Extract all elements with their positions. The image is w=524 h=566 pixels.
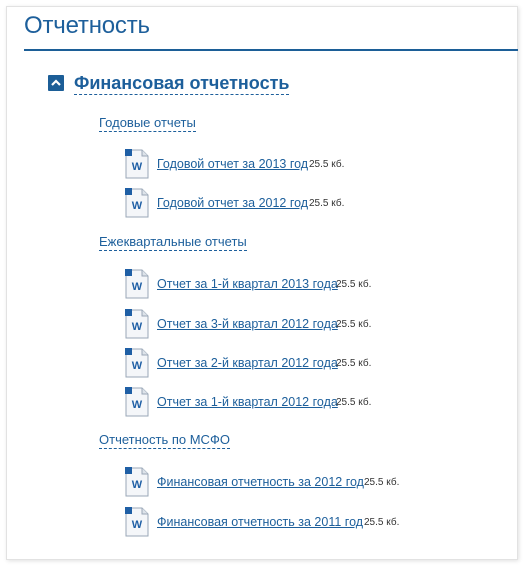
file-link[interactable]: Отчет за 1-й квартал 2013 года bbox=[157, 277, 338, 291]
file-link[interactable]: Годовой отчет за 2012 год bbox=[157, 196, 308, 210]
file-size: 25.5 кб. bbox=[336, 397, 372, 408]
group-label-ifrs[interactable]: Отчетность по МСФО bbox=[99, 432, 230, 449]
section-title[interactable]: Финансовая отчетность bbox=[74, 72, 290, 95]
svg-text:W: W bbox=[132, 161, 143, 173]
title-divider bbox=[24, 49, 518, 51]
word-document-icon: W bbox=[125, 507, 149, 537]
group-label-quarterly[interactable]: Ежеквартальные отчеты bbox=[99, 234, 247, 251]
file-link[interactable]: Отчет за 2-й квартал 2012 года bbox=[157, 356, 338, 370]
word-document-icon: W bbox=[125, 309, 149, 339]
svg-text:W: W bbox=[132, 479, 143, 491]
file-link[interactable]: Годовой отчет за 2013 год bbox=[157, 157, 308, 171]
group-label-annual[interactable]: Годовые отчеты bbox=[99, 115, 196, 132]
file-size: 25.5 кб. bbox=[309, 198, 345, 209]
file-size: 25.5 кб. bbox=[364, 477, 400, 488]
file-size: 25.5 кб. bbox=[364, 517, 400, 528]
word-document-icon: W bbox=[125, 467, 149, 497]
file-size: 25.5 кб. bbox=[309, 159, 345, 170]
file-size: 25.5 кб. bbox=[336, 319, 372, 330]
svg-text:W: W bbox=[132, 399, 143, 411]
svg-text:W: W bbox=[132, 519, 143, 531]
word-document-icon: W bbox=[125, 149, 149, 179]
word-document-icon: W bbox=[125, 387, 149, 417]
svg-text:W: W bbox=[132, 360, 143, 372]
chevron-up-icon[interactable] bbox=[48, 75, 64, 91]
svg-text:W: W bbox=[132, 321, 143, 333]
word-document-icon: W bbox=[125, 348, 149, 378]
file-size: 25.5 кб. bbox=[336, 279, 372, 290]
svg-text:W: W bbox=[132, 281, 143, 293]
file-link[interactable]: Отчет за 3-й квартал 2012 года bbox=[157, 317, 338, 331]
file-link[interactable]: Финансовая отчетность за 2012 год bbox=[157, 475, 364, 489]
svg-text:W: W bbox=[132, 200, 143, 212]
page-title: Отчетность bbox=[24, 12, 150, 39]
file-link[interactable]: Финансовая отчетность за 2011 год bbox=[157, 515, 363, 529]
word-document-icon: W bbox=[125, 188, 149, 218]
file-link[interactable]: Отчет за 1-й квартал 2012 года bbox=[157, 395, 338, 409]
file-size: 25.5 кб. bbox=[336, 358, 372, 369]
word-document-icon: W bbox=[125, 269, 149, 299]
